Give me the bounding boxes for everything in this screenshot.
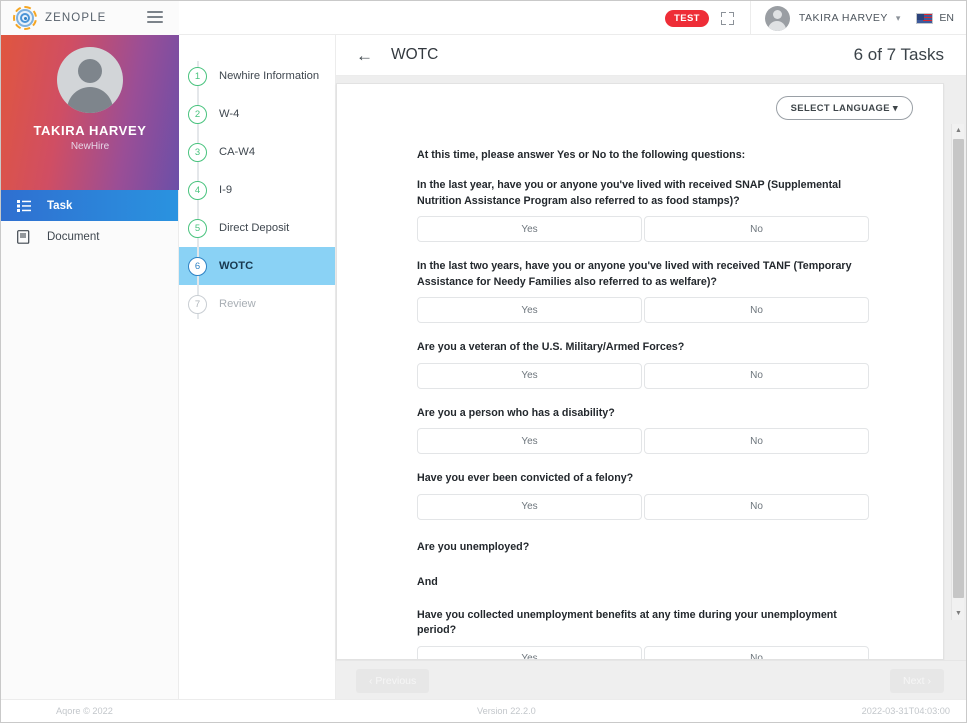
step-label: CA-W4: [219, 146, 255, 158]
fullscreen-icon[interactable]: [721, 12, 734, 25]
sidebar-item-document[interactable]: Document: [1, 221, 178, 252]
step-label: I-9: [219, 184, 232, 196]
list-icon: [17, 200, 33, 212]
question-label: Are you unemployed?: [417, 540, 869, 556]
step-label: Review: [219, 298, 256, 310]
chevron-down-icon[interactable]: ▾: [896, 13, 901, 24]
task-counter: 6 of 7 Tasks: [854, 45, 944, 65]
answer-group: Yes No: [417, 428, 869, 454]
brand-zone: ZENOPLE: [1, 1, 179, 35]
question-conjunction-label: And: [417, 575, 869, 591]
footer-next-button[interactable]: Next ›: [890, 669, 944, 693]
scrollbar-thumb[interactable]: [953, 139, 964, 598]
step-item-i9[interactable]: 4 I-9: [179, 171, 335, 209]
step-item-review[interactable]: 7 Review: [179, 285, 335, 323]
answer-yes-button[interactable]: Yes: [417, 297, 642, 323]
divider: [750, 1, 751, 35]
top-bar: ZENOPLE TEST TAKIRA HARVEY ▾ EN: [1, 1, 967, 35]
answer-group: Yes No: [417, 216, 869, 242]
answer-yes-button[interactable]: Yes: [417, 428, 642, 454]
sidebar-item-task[interactable]: Task: [1, 190, 178, 221]
task-steps-nav: 1 Newhire Information 2 W-4 3 CA-W4 4 I-…: [179, 35, 336, 700]
step-number: 3: [188, 143, 207, 162]
answer-yes-button[interactable]: Yes: [417, 216, 642, 242]
back-arrow-icon[interactable]: ←: [356, 47, 373, 64]
scroll-up-arrow-icon[interactable]: ▲: [952, 124, 965, 137]
avatar: [765, 6, 790, 31]
application-window: ZENOPLE TEST TAKIRA HARVEY ▾ EN TAKIRA H: [0, 0, 967, 723]
question-label: Are you a veteran of the U.S. Military/A…: [417, 340, 869, 356]
questions-list: In the last year, have you or anyone you…: [417, 178, 913, 660]
main-header: ← WOTC 6 of 7 Tasks: [336, 35, 966, 76]
zenople-logo-icon: [13, 6, 37, 30]
timestamp-text: 2022-03-31T04:03:00: [862, 706, 950, 716]
user-name: TAKIRA HARVEY: [799, 12, 888, 24]
answer-yes-button[interactable]: Yes: [417, 646, 642, 660]
page-footer: Aqore © 2022 Version 22.2.0 2022-03-31T0…: [1, 699, 967, 722]
step-number: 4: [188, 181, 207, 200]
step-number: 2: [188, 105, 207, 124]
question-label: Have you collected unemployment benefits…: [417, 608, 869, 639]
profile-card: TAKIRA HARVEY NewHire: [1, 35, 179, 190]
question-label: Are you a person who has a disability?: [417, 406, 869, 422]
question-label: In the last two years, have you or anyon…: [417, 259, 869, 290]
question-label: In the last year, have you or anyone you…: [417, 178, 869, 209]
step-label: Newhire Information: [219, 70, 319, 82]
main-panel: ← WOTC 6 of 7 Tasks SELECT LANGUAGE ▾ At…: [336, 35, 966, 700]
copyright-text: Aqore © 2022: [56, 706, 113, 716]
profile-role: NewHire: [1, 141, 179, 152]
environment-badge: TEST: [665, 10, 709, 27]
form-intro-text: At this time, please answer Yes or No to…: [417, 149, 913, 161]
answer-yes-button[interactable]: Yes: [417, 494, 642, 520]
document-icon: [17, 230, 33, 244]
profile-avatar: [57, 47, 123, 113]
form-scrollbar[interactable]: ▲ ▼: [951, 124, 964, 620]
step-number: 7: [188, 295, 207, 314]
answer-group: Yes No: [417, 494, 869, 520]
sidebar-item-label: Document: [47, 231, 99, 243]
top-bar-right: TEST TAKIRA HARVEY ▾ EN: [665, 1, 967, 35]
answer-group: Yes No: [417, 297, 869, 323]
step-number: 6: [188, 257, 207, 276]
page-title: WOTC: [391, 46, 438, 64]
step-label: WOTC: [219, 260, 253, 272]
answer-no-button[interactable]: No: [644, 494, 869, 520]
scroll-down-arrow-icon[interactable]: ▼: [952, 607, 965, 620]
step-number: 1: [188, 67, 207, 86]
step-item-direct-deposit[interactable]: 5 Direct Deposit: [179, 209, 335, 247]
answer-group: Yes No: [417, 646, 869, 660]
us-flag-icon: [916, 13, 933, 24]
sidebar-item-label: Task: [47, 200, 72, 212]
answer-yes-button[interactable]: Yes: [417, 363, 642, 389]
step-item-ca-w4[interactable]: 3 CA-W4: [179, 133, 335, 171]
previous-button[interactable]: ‹ Previous: [356, 669, 429, 693]
step-item-w4[interactable]: 2 W-4: [179, 95, 335, 133]
hamburger-icon[interactable]: [147, 11, 163, 24]
main-footer-nav: ‹ Previous Next ›: [336, 660, 966, 700]
version-text: Version 22.2.0: [477, 706, 536, 716]
profile-sidebar: TAKIRA HARVEY NewHire Task: [1, 35, 179, 700]
answer-group: Yes No: [417, 363, 869, 389]
question-label: Have you ever been convicted of a felony…: [417, 471, 869, 487]
form-card: SELECT LANGUAGE ▾ At this time, please a…: [336, 83, 944, 660]
answer-no-button[interactable]: No: [644, 428, 869, 454]
step-label: W-4: [219, 108, 239, 120]
brand-name: ZENOPLE: [45, 12, 106, 24]
profile-name: TAKIRA HARVEY: [1, 123, 179, 138]
step-item-newhire-information[interactable]: 1 Newhire Information: [179, 57, 335, 95]
answer-no-button[interactable]: No: [644, 646, 869, 660]
answer-no-button[interactable]: No: [644, 216, 869, 242]
answer-no-button[interactable]: No: [644, 363, 869, 389]
step-number: 5: [188, 219, 207, 238]
form-canvas: SELECT LANGUAGE ▾ At this time, please a…: [336, 76, 966, 660]
select-language-button[interactable]: SELECT LANGUAGE ▾: [776, 96, 913, 120]
step-item-wotc[interactable]: 6 WOTC: [179, 247, 335, 285]
answer-no-button[interactable]: No: [644, 297, 869, 323]
step-label: Direct Deposit: [219, 222, 289, 234]
language-code[interactable]: EN: [939, 12, 954, 24]
